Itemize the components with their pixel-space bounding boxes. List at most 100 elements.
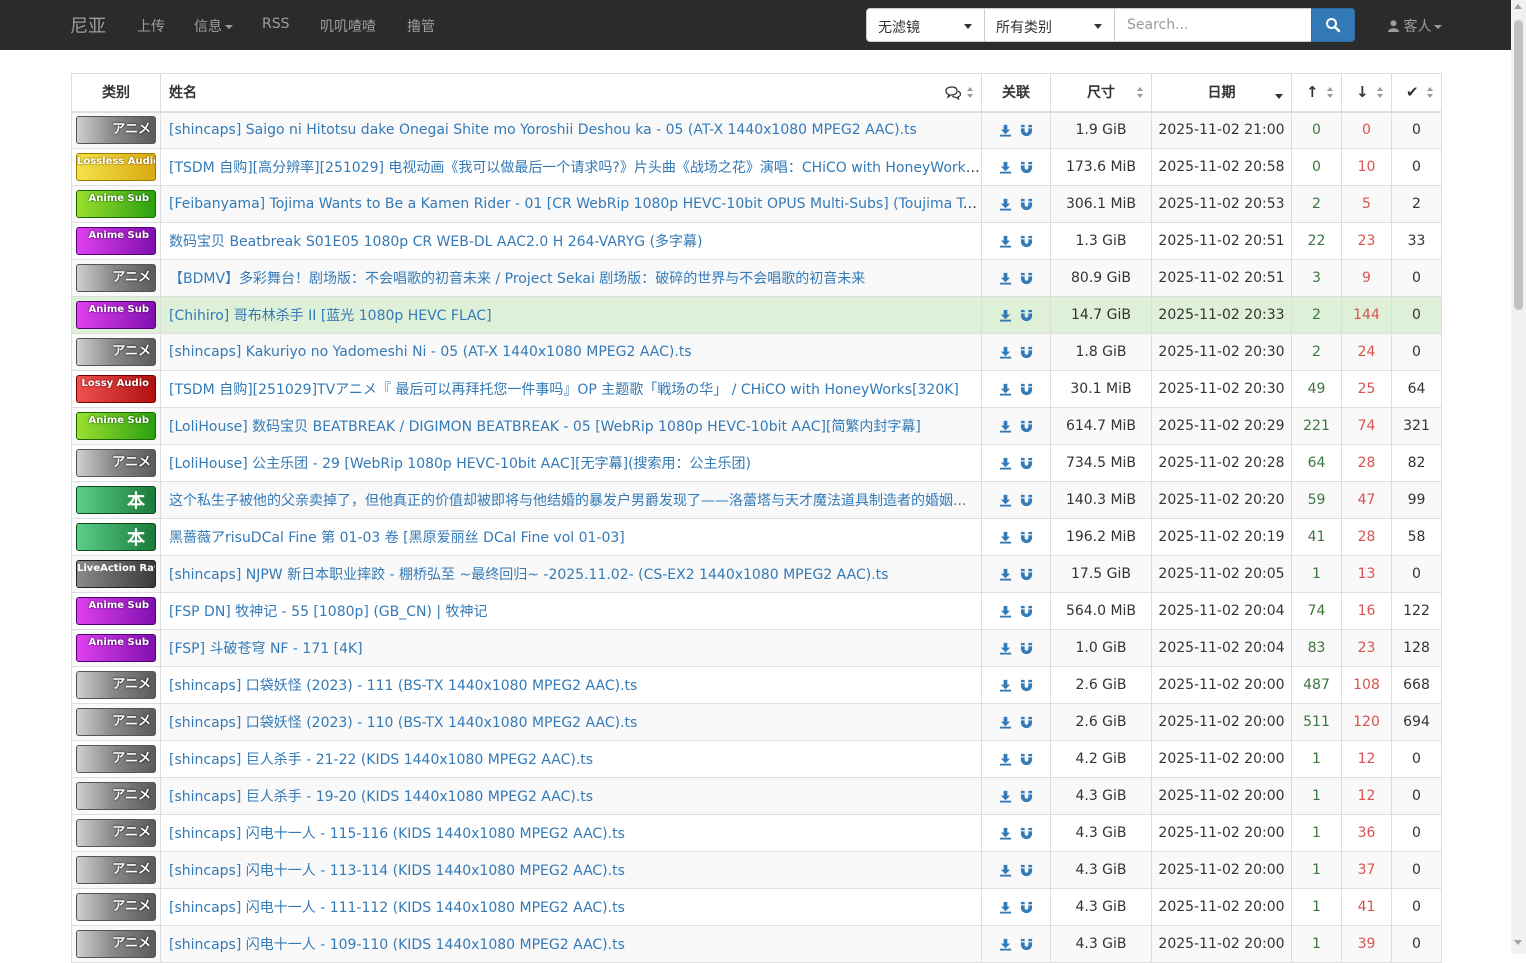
- category-badge[interactable]: Lossless Audio: [76, 153, 156, 181]
- cell-category[interactable]: アニメ: [71, 814, 161, 852]
- search-input[interactable]: [1114, 8, 1312, 42]
- torrent-link[interactable]: [shincaps] NJPW 新日本职业摔跤 - 棚桥弘至 ~最终回归~ -2…: [169, 567, 888, 583]
- torrent-link[interactable]: [shincaps] 闪电十一人 - 113-114 (KIDS 1440x10…: [169, 863, 625, 879]
- category-badge[interactable]: 本: [76, 486, 156, 514]
- magnet-icon[interactable]: [1020, 457, 1033, 470]
- filter-select[interactable]: 无滤镜: [866, 8, 985, 42]
- download-icon[interactable]: [999, 494, 1012, 507]
- col-category[interactable]: 类别: [71, 73, 161, 113]
- cell-category[interactable]: アニメ: [71, 925, 161, 963]
- download-icon[interactable]: [999, 864, 1012, 877]
- cell-category[interactable]: Anime Sub: [71, 629, 161, 667]
- nav-fap[interactable]: 撸管: [407, 16, 435, 36]
- torrent-link[interactable]: 【BDMV】多彩舞台！剧场版：不会唱歌的初音未来 / Project Sekai…: [169, 271, 865, 287]
- magnet-icon[interactable]: [1020, 568, 1033, 581]
- magnet-icon[interactable]: [1020, 161, 1033, 174]
- torrent-link[interactable]: [shincaps] 巨人杀手 - 21-22 (KIDS 1440x1080 …: [169, 752, 593, 768]
- magnet-icon[interactable]: [1020, 309, 1033, 322]
- cell-category[interactable]: アニメ: [71, 444, 161, 482]
- nav-twitter[interactable]: 叽叽喳喳: [320, 16, 376, 36]
- download-icon[interactable]: [999, 901, 1012, 914]
- category-select[interactable]: 所有类别: [984, 8, 1115, 42]
- magnet-icon[interactable]: [1020, 642, 1033, 655]
- category-badge[interactable]: LiveAction Raw: [76, 560, 156, 588]
- category-badge[interactable]: Anime Sub: [76, 597, 156, 625]
- cell-category[interactable]: Anime Sub: [71, 296, 161, 334]
- torrent-link[interactable]: [LoliHouse] 公主乐团 - 29 [WebRip 1080p HEVC…: [169, 456, 751, 472]
- torrent-link[interactable]: [shincaps] Saigo ni Hitotsu dake Onegai …: [169, 122, 917, 138]
- category-badge[interactable]: Anime Sub: [76, 634, 156, 662]
- download-icon[interactable]: [999, 568, 1012, 581]
- magnet-icon[interactable]: [1020, 494, 1033, 507]
- torrent-link[interactable]: [shincaps] 巨人杀手 - 19-20 (KIDS 1440x1080 …: [169, 789, 593, 805]
- cell-category[interactable]: 本: [71, 518, 161, 556]
- col-leechers[interactable]: ↓: [1341, 73, 1392, 113]
- cell-category[interactable]: アニメ: [71, 740, 161, 778]
- category-badge[interactable]: アニメ: [76, 671, 156, 699]
- category-badge[interactable]: アニメ: [76, 745, 156, 773]
- download-icon[interactable]: [999, 235, 1012, 248]
- torrent-link[interactable]: [FSP] 斗破苍穹 NF - 171 [4K]: [169, 641, 363, 657]
- download-icon[interactable]: [999, 790, 1012, 803]
- torrent-link[interactable]: [shincaps] 闪电十一人 - 115-116 (KIDS 1440x10…: [169, 826, 625, 842]
- col-name[interactable]: 姓名: [160, 73, 982, 113]
- category-badge[interactable]: Anime Sub: [76, 190, 156, 218]
- download-icon[interactable]: [999, 161, 1012, 174]
- cell-category[interactable]: 本: [71, 481, 161, 519]
- magnet-icon[interactable]: [1020, 235, 1033, 248]
- magnet-icon[interactable]: [1020, 827, 1033, 840]
- torrent-link[interactable]: 这个私生子被他的父亲卖掉了，但他真正的价值却被即将与他结婚的暴发户男爵发现了——…: [169, 493, 966, 509]
- download-icon[interactable]: [999, 383, 1012, 396]
- magnet-icon[interactable]: [1020, 272, 1033, 285]
- nav-upload[interactable]: 上传: [137, 16, 165, 36]
- torrent-link[interactable]: [shincaps] 闪电十一人 - 109-110 (KIDS 1440x10…: [169, 937, 625, 953]
- category-badge[interactable]: 本: [76, 523, 156, 551]
- download-icon[interactable]: [999, 827, 1012, 840]
- magnet-icon[interactable]: [1020, 679, 1033, 692]
- download-icon[interactable]: [999, 716, 1012, 729]
- torrent-link[interactable]: [Feibanyama] Tojima Wants to Be a Kamen …: [169, 196, 981, 212]
- magnet-icon[interactable]: [1020, 864, 1033, 877]
- download-icon[interactable]: [999, 346, 1012, 359]
- download-icon[interactable]: [999, 272, 1012, 285]
- category-badge[interactable]: アニメ: [76, 338, 156, 366]
- cell-category[interactable]: Lossy Audio: [71, 370, 161, 408]
- cell-category[interactable]: アニメ: [71, 259, 161, 297]
- magnet-icon[interactable]: [1020, 716, 1033, 729]
- category-badge[interactable]: アニメ: [76, 449, 156, 477]
- category-badge[interactable]: アニメ: [76, 708, 156, 736]
- torrent-link[interactable]: [shincaps] 口袋妖怪 (2023) - 111 (BS-TX 1440…: [169, 678, 637, 694]
- category-badge[interactable]: Anime Sub: [76, 412, 156, 440]
- nav-info[interactable]: 信息: [194, 16, 233, 36]
- cell-category[interactable]: アニメ: [71, 888, 161, 926]
- download-icon[interactable]: [999, 457, 1012, 470]
- magnet-icon[interactable]: [1020, 938, 1033, 951]
- col-completed[interactable]: ✔: [1391, 73, 1442, 113]
- scrollbar[interactable]: [1511, 0, 1526, 954]
- download-icon[interactable]: [999, 642, 1012, 655]
- download-icon[interactable]: [999, 124, 1012, 137]
- torrent-link[interactable]: [TSDM 自购][251029]TVアニメ『 最后可以再拜托您一件事吗』OP …: [169, 382, 959, 398]
- cell-category[interactable]: アニメ: [71, 333, 161, 371]
- cell-category[interactable]: アニメ: [71, 851, 161, 889]
- category-badge[interactable]: アニメ: [76, 856, 156, 884]
- torrent-link[interactable]: [shincaps] Kakuriyo no Yadomeshi Ni - 05…: [169, 344, 692, 360]
- cell-category[interactable]: Anime Sub: [71, 222, 161, 260]
- download-icon[interactable]: [999, 420, 1012, 433]
- user-menu[interactable]: 客人: [1388, 16, 1443, 36]
- scroll-down-arrow-icon[interactable]: [1514, 940, 1522, 945]
- search-button[interactable]: [1311, 8, 1355, 42]
- download-icon[interactable]: [999, 753, 1012, 766]
- magnet-icon[interactable]: [1020, 420, 1033, 433]
- cell-category[interactable]: Anime Sub: [71, 185, 161, 223]
- torrent-link[interactable]: [Chihiro] 哥布林杀手 II [蓝光 1080p HEVC FLAC]: [169, 308, 492, 324]
- category-badge[interactable]: Lossy Audio: [76, 375, 156, 403]
- magnet-icon[interactable]: [1020, 383, 1033, 396]
- col-date[interactable]: 日期: [1151, 73, 1292, 113]
- cell-category[interactable]: Anime Sub: [71, 407, 161, 445]
- category-badge[interactable]: Anime Sub: [76, 227, 156, 255]
- magnet-icon[interactable]: [1020, 124, 1033, 137]
- col-seeders[interactable]: ↑: [1291, 73, 1342, 113]
- torrent-link[interactable]: 黑蔷薇アrisuDCal Fine 第 01-03 卷 [黑原爱丽丝 DCal …: [169, 530, 625, 546]
- scroll-up-arrow-icon[interactable]: [1514, 4, 1522, 9]
